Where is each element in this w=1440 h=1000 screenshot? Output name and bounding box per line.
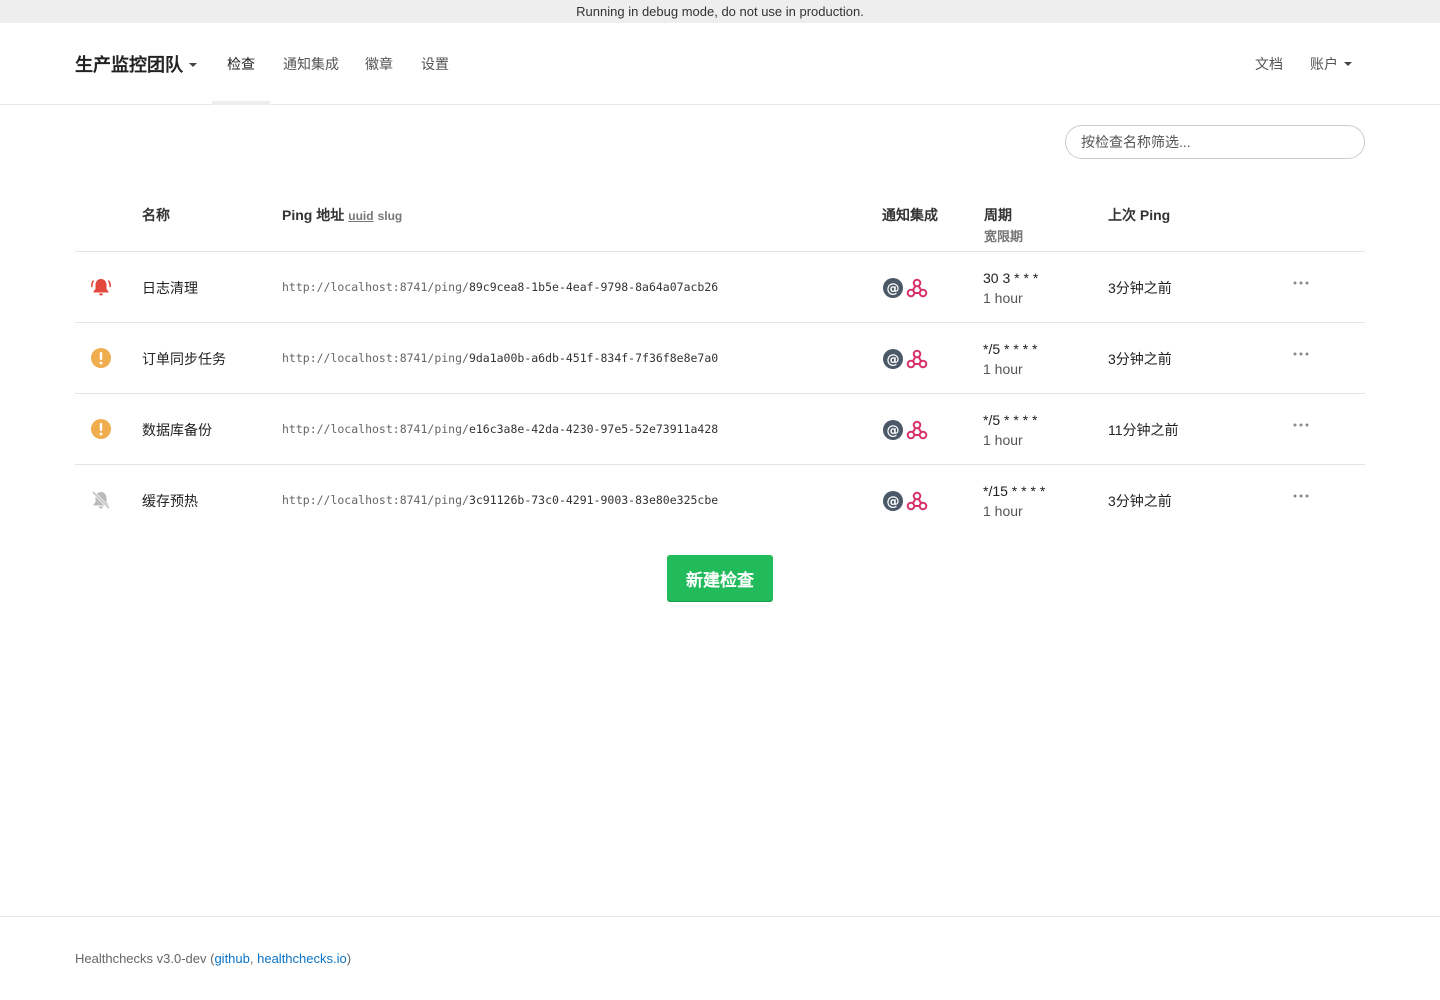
ping-url[interactable]: http://localhost:8741/ping/9da1a00b-a6db… bbox=[282, 351, 718, 365]
last-ping-value: 11分钟之前 bbox=[1108, 422, 1179, 438]
schedule-cell[interactable]: */15 * * * * 1 hour bbox=[983, 481, 1045, 521]
ping-url[interactable]: http://localhost:8741/ping/e16c3a8e-42da… bbox=[282, 422, 718, 436]
webhook-integration-icon[interactable] bbox=[906, 277, 928, 299]
account-label: 账户 bbox=[1310, 56, 1338, 72]
footer-suffix: ) bbox=[346, 951, 352, 966]
svg-text:@: @ bbox=[887, 282, 900, 297]
footer: Healthchecks v3.0-dev (github, healthche… bbox=[0, 916, 1440, 1000]
filter-checks-input[interactable] bbox=[1065, 125, 1365, 159]
svg-text:@: @ bbox=[887, 353, 900, 368]
webhook-integration-icon[interactable] bbox=[906, 419, 928, 441]
schedule-cell[interactable]: */5 * * * * 1 hour bbox=[983, 339, 1037, 379]
column-header-name: 名称 bbox=[142, 207, 170, 223]
email-integration-icon[interactable]: @ bbox=[882, 419, 904, 441]
nav-tab-badges[interactable]: 徽章 bbox=[350, 23, 408, 104]
top-navbar: 生产监控团队 检查 通知集成 徽章 设置 文档 账户 bbox=[0, 23, 1440, 105]
column-header-period: 周期 bbox=[984, 207, 1012, 223]
more-options-icon[interactable] bbox=[1291, 276, 1311, 290]
last-ping-value: 3分钟之前 bbox=[1108, 280, 1172, 296]
check-name[interactable]: 日志清理 bbox=[142, 278, 198, 298]
nav-docs-link[interactable]: 文档 bbox=[1240, 23, 1298, 104]
email-integration-icon[interactable]: @ bbox=[882, 348, 904, 370]
schedule-cell[interactable]: 30 3 * * * 1 hour bbox=[983, 268, 1038, 308]
footer-github-link[interactable]: github bbox=[214, 951, 249, 966]
svg-text:@: @ bbox=[887, 424, 900, 439]
grace-value: 1 hour bbox=[983, 290, 1023, 306]
url-format-slug-toggle[interactable]: slug bbox=[378, 209, 403, 223]
more-options-icon[interactable] bbox=[1291, 418, 1311, 432]
nav-tab-checks[interactable]: 检查 bbox=[212, 23, 270, 105]
exclamation-circle-icon bbox=[91, 419, 111, 439]
webhook-integration-icon[interactable] bbox=[906, 490, 928, 512]
table-row[interactable]: 日志清理 http://localhost:8741/ping/89c9cea8… bbox=[75, 252, 1365, 323]
table-row[interactable]: 订单同步任务 http://localhost:8741/ping/9da1a0… bbox=[75, 323, 1365, 394]
project-name: 生产监控团队 bbox=[75, 55, 183, 75]
ping-url[interactable]: http://localhost:8741/ping/3c91126b-73c0… bbox=[282, 493, 718, 507]
email-integration-icon[interactable]: @ bbox=[882, 490, 904, 512]
account-menu[interactable]: 账户 bbox=[1295, 23, 1367, 104]
schedule-cell[interactable]: */5 * * * * 1 hour bbox=[983, 410, 1037, 450]
exclamation-circle-icon bbox=[91, 348, 111, 368]
last-ping-value: 3分钟之前 bbox=[1108, 351, 1172, 367]
grace-value: 1 hour bbox=[983, 361, 1023, 377]
ping-url-uuid: e16c3a8e-42da-4230-97e5-52e73911a428 bbox=[468, 422, 719, 436]
ping-header-label: Ping 地址 bbox=[282, 207, 345, 223]
grace-value: 1 hour bbox=[983, 503, 1023, 519]
ping-url-uuid: 9da1a00b-a6db-451f-834f-7f36f8e8e7a0 bbox=[468, 351, 719, 365]
ping-url-base: http://localhost:8741/ping/ bbox=[282, 493, 469, 507]
column-header-integrations: 通知集成 bbox=[882, 207, 938, 223]
more-options-icon[interactable] bbox=[1291, 489, 1311, 503]
ping-url-base: http://localhost:8741/ping/ bbox=[282, 422, 469, 436]
ping-url-uuid: 89c9cea8-1b5e-4eaf-9798-8a64a07acb26 bbox=[468, 280, 719, 294]
table-row[interactable]: 缓存预热 http://localhost:8741/ping/3c91126b… bbox=[75, 465, 1365, 536]
caret-down-icon bbox=[1344, 61, 1352, 66]
ping-url-base: http://localhost:8741/ping/ bbox=[282, 280, 469, 294]
project-selector[interactable]: 生产监控团队 bbox=[75, 51, 197, 77]
debug-banner: Running in debug mode, do not use in pro… bbox=[0, 0, 1440, 23]
svg-text:@: @ bbox=[887, 495, 900, 510]
check-name[interactable]: 缓存预热 bbox=[142, 491, 198, 511]
check-name[interactable]: 数据库备份 bbox=[142, 420, 212, 440]
webhook-integration-icon[interactable] bbox=[906, 348, 928, 370]
url-format-uuid-toggle[interactable]: uuid bbox=[348, 209, 373, 223]
footer-version: Healthchecks v3.0-dev ( bbox=[75, 951, 215, 966]
column-header-last-ping: 上次 Ping bbox=[1108, 207, 1171, 223]
grace-value: 1 hour bbox=[983, 432, 1023, 448]
schedule-value: */15 * * * * bbox=[983, 483, 1046, 499]
schedule-value: */5 * * * * bbox=[983, 341, 1038, 357]
footer-healthchecks-link[interactable]: healthchecks.io bbox=[257, 951, 347, 966]
bell-ringing-icon bbox=[91, 279, 111, 296]
bell-muted-icon bbox=[91, 490, 111, 510]
caret-down-icon bbox=[189, 62, 197, 67]
column-header-grace: 宽限期 bbox=[984, 229, 1024, 244]
ping-url-uuid: 3c91126b-73c0-4291-9003-83e80e325cbe bbox=[468, 493, 719, 507]
column-header-ping: Ping 地址 uuid slug bbox=[282, 205, 402, 225]
nav-tab-settings[interactable]: 设置 bbox=[406, 23, 464, 104]
ping-url[interactable]: http://localhost:8741/ping/89c9cea8-1b5e… bbox=[282, 280, 718, 294]
ping-url-base: http://localhost:8741/ping/ bbox=[282, 351, 469, 365]
footer-text: Healthchecks v3.0-dev (github, healthche… bbox=[75, 951, 351, 966]
schedule-value: */5 * * * * bbox=[983, 412, 1038, 428]
more-options-icon[interactable] bbox=[1291, 347, 1311, 361]
table-row[interactable]: 数据库备份 http://localhost:8741/ping/e16c3a8… bbox=[75, 394, 1365, 465]
nav-tab-integrations[interactable]: 通知集成 bbox=[268, 23, 354, 104]
email-integration-icon[interactable]: @ bbox=[882, 277, 904, 299]
check-name[interactable]: 订单同步任务 bbox=[142, 349, 226, 369]
last-ping-value: 3分钟之前 bbox=[1108, 493, 1172, 509]
schedule-value: 30 3 * * * bbox=[983, 270, 1039, 286]
add-check-button[interactable]: 新建检查 bbox=[667, 555, 773, 601]
